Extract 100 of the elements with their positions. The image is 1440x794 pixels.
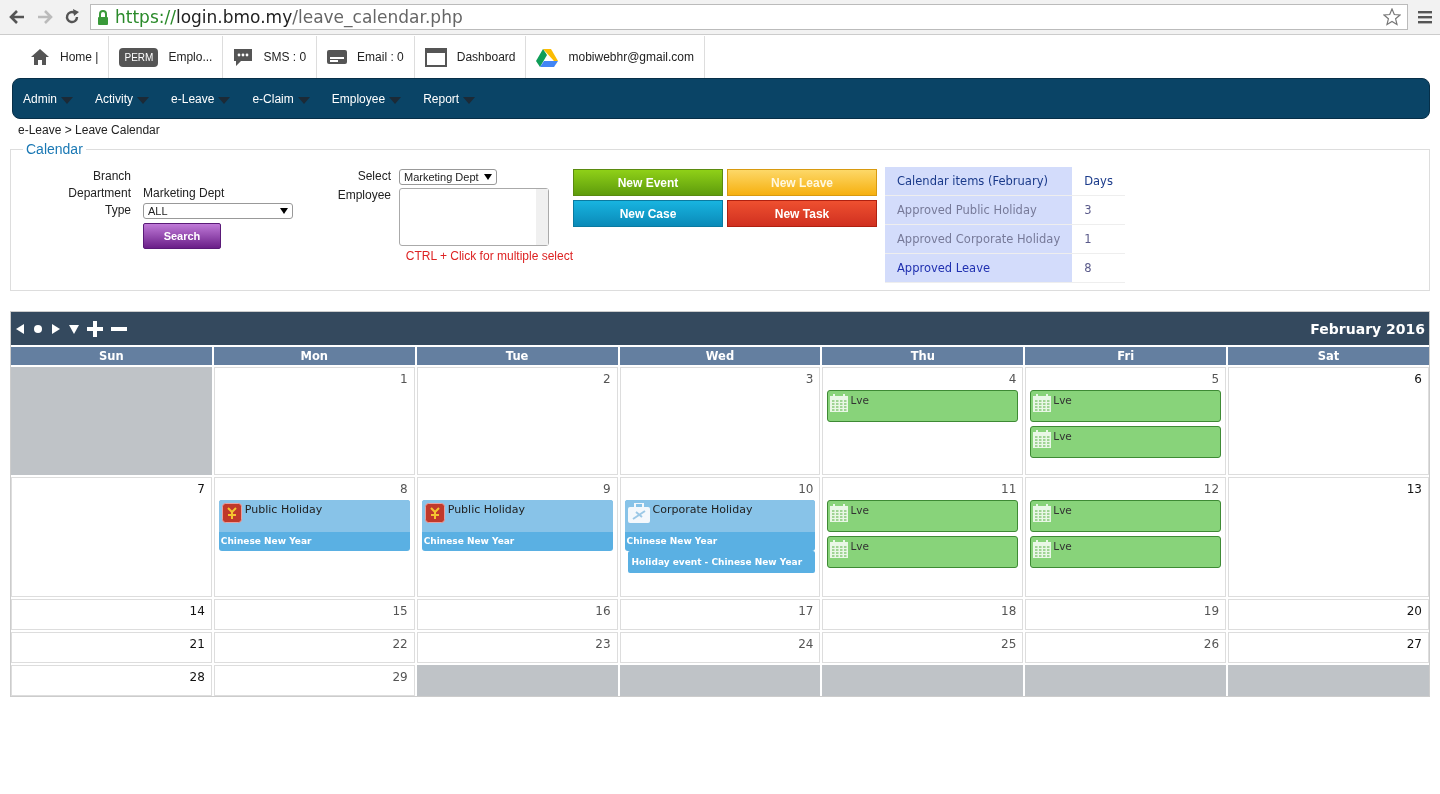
topbar-link[interactable]: Emplo...: [168, 50, 213, 64]
calendar-icon: [830, 394, 849, 412]
next-icon: [51, 322, 61, 335]
leave-event[interactable]: Lve: [827, 390, 1019, 422]
field-label: Employee: [336, 188, 391, 204]
table-cell: Approved Public Holiday: [885, 195, 1073, 225]
day-number: 23: [594, 637, 612, 651]
day-number: 14: [188, 604, 206, 618]
topbar-link[interactable]: Home |: [60, 50, 99, 64]
day-number: 1: [399, 372, 409, 386]
chat-bubble-icon: [233, 47, 254, 67]
day-number: 26: [1202, 637, 1221, 651]
day-number: 7: [196, 482, 206, 496]
holiday-tile-icon: [221, 503, 242, 523]
minus-icon: [111, 326, 127, 331]
topbar-link[interactable]: Dashboard: [456, 50, 516, 64]
day-number: 21: [188, 637, 206, 651]
day-number: 28: [188, 670, 206, 684]
weekday-header: Sat: [1228, 347, 1429, 365]
day-number: 4: [1007, 372, 1018, 386]
menu-item[interactable]: Report: [423, 91, 476, 106]
day-number: 18: [1000, 604, 1018, 618]
day-number: 15: [391, 604, 409, 618]
day-number: 22: [391, 637, 409, 651]
caret-icon: [389, 97, 402, 104]
weekday-header: Wed: [619, 347, 821, 365]
table-cell: 3: [1072, 195, 1125, 225]
menu-item[interactable]: Employee: [331, 91, 402, 106]
topbar-link[interactable]: Email : 0: [357, 50, 404, 64]
day-number: 25: [1000, 637, 1018, 651]
hint-text: CTRL + Click for multiple select: [404, 249, 573, 263]
weekday-header: Fri: [1025, 347, 1227, 365]
day-number: 16: [594, 604, 612, 618]
weekday-header: Tue: [416, 347, 618, 365]
leave-event[interactable]: Lve: [1030, 536, 1222, 568]
field-label: Branch: [91, 169, 131, 183]
menu-item[interactable]: e-Leave: [171, 91, 231, 106]
home-icon: [30, 48, 50, 66]
day-number: 10: [797, 482, 815, 496]
field-label: Type: [104, 203, 131, 219]
table-cell: Approved Corporate Holiday: [885, 224, 1073, 254]
day-number: 3: [804, 372, 815, 386]
search-button[interactable]: Search: [143, 223, 221, 249]
topbar-link[interactable]: mobiwebhr@gmail.com: [568, 50, 695, 64]
holiday-event[interactable]: Public Holiday Chinese New Year: [421, 500, 613, 551]
table-cell: 1: [1072, 224, 1125, 254]
previous-icon: [15, 322, 25, 335]
weekday-header: Thu: [822, 347, 1024, 365]
caret-icon: [218, 97, 231, 104]
day-number: 19: [1202, 604, 1221, 618]
reload-icon: [64, 9, 80, 25]
menu-item[interactable]: Activity: [95, 91, 150, 106]
menu-item[interactable]: e-Claim: [252, 91, 310, 106]
leave-event[interactable]: Lve: [827, 500, 1019, 532]
day-number: 8: [399, 482, 409, 496]
day-number: 6: [1413, 372, 1423, 386]
panel-title: Calendar: [25, 141, 84, 157]
caret-icon: [61, 97, 73, 104]
menu-item[interactable]: Admin: [23, 91, 73, 106]
today-dot-icon: [33, 323, 43, 334]
weekday-header: Mon: [213, 347, 415, 365]
calendar-icon: [1033, 430, 1052, 448]
leave-event[interactable]: Lve: [1030, 426, 1222, 458]
address-field[interactable]: https://login.bmo.my/leave_calendar.php: [90, 4, 1408, 30]
action-button[interactable]: New Task: [727, 200, 877, 227]
holiday-event[interactable]: Public Holiday Chinese New Year: [218, 500, 410, 551]
department-dropdown[interactable]: Marketing Dept: [399, 169, 497, 185]
calendar-icon: [1033, 540, 1052, 558]
table-link[interactable]: Approved Leave: [885, 253, 1073, 283]
employee-list-field[interactable]: [399, 188, 549, 246]
day-number: 9: [601, 482, 612, 496]
breadcrumb: e-Leave > Leave Calendar: [17, 122, 161, 137]
day-number: 20: [1405, 604, 1423, 618]
holiday-event[interactable]: Corporate Holiday Chinese New Year: [624, 500, 816, 551]
day-number: 13: [1405, 482, 1423, 496]
day-number: 27: [1405, 637, 1423, 651]
caret-icon: [463, 97, 476, 104]
caret-icon: [297, 97, 310, 104]
plus-icon: [87, 320, 103, 337]
table-cell: 8: [1072, 253, 1125, 283]
suitcase-icon: [627, 503, 650, 523]
leave-event[interactable]: Lve: [827, 536, 1019, 568]
day-number: 11: [1000, 482, 1018, 496]
back-arrow-icon: [8, 9, 26, 25]
field-label: Department: [67, 186, 131, 200]
type-dropdown[interactable]: ALL: [143, 203, 293, 219]
menu-icon: [1418, 10, 1432, 24]
day-number: 12: [1202, 482, 1221, 496]
weekday-header: Sun: [11, 347, 212, 365]
topbar-link[interactable]: SMS : 0: [263, 50, 307, 64]
field-value: Marketing Dept: [143, 186, 226, 200]
day-number: 5: [1210, 372, 1221, 386]
star-icon: [1383, 8, 1401, 26]
calendar-icon: [830, 540, 849, 558]
leave-event[interactable]: Lve: [1030, 390, 1222, 422]
card-icon: [327, 49, 348, 65]
table-header: Days: [1072, 167, 1125, 196]
leave-event[interactable]: Lve: [1030, 500, 1222, 532]
day-number: 17: [797, 604, 815, 618]
day-number: 2: [601, 372, 612, 386]
